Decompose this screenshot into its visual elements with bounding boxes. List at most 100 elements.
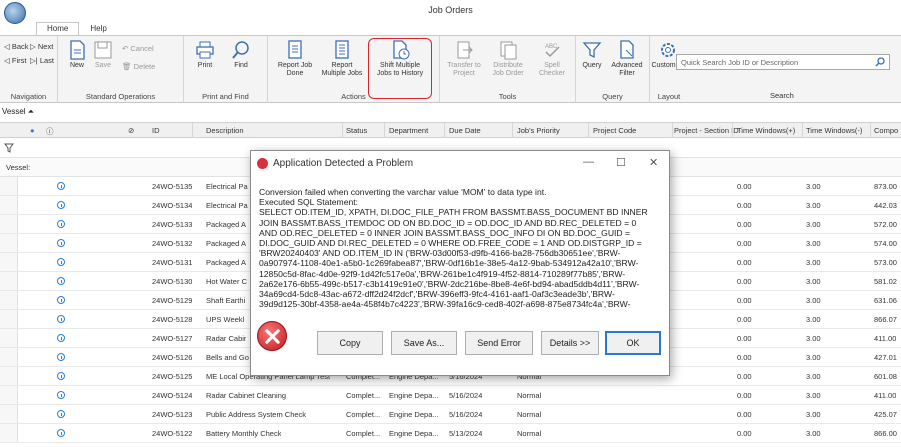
row-selector[interactable] [0, 253, 18, 271]
table-row[interactable]: 24WO-5122 Battery Monthly Check Complet...… [0, 424, 901, 443]
cell-due: 5/16/2024 [449, 410, 483, 419]
info-icon[interactable] [57, 410, 65, 418]
cell-desc: Electrical Pa [206, 182, 248, 191]
row-selector[interactable] [0, 215, 18, 233]
first-button[interactable]: ◁ First [4, 56, 26, 65]
save-as-button[interactable]: Save As... [391, 331, 457, 355]
maximize-button[interactable]: ☐ [616, 156, 626, 169]
info-icon[interactable] [57, 353, 65, 361]
info-icon[interactable] [57, 277, 65, 285]
report-job-done-button[interactable]: Report Job Done [272, 40, 318, 78]
query-button[interactable]: Query [578, 40, 606, 70]
error-message-line: AND OD.REC_DELETED = 0 INNER JOIN BASSMT… [259, 227, 631, 238]
cell-id: 24WO-5125 [152, 372, 193, 381]
save-button[interactable]: Save [90, 40, 116, 70]
cell-tw_minus: 3.00 [806, 353, 821, 362]
report-multiple-jobs-button[interactable]: Report Multiple Jobs [318, 40, 366, 78]
cell-tw_plus: 0.00 [737, 220, 752, 229]
info-icon[interactable] [57, 201, 65, 209]
save-icon [94, 41, 112, 59]
new-button[interactable]: New [64, 40, 90, 70]
distribute-job-order-button[interactable]: Distribute Job Order [486, 40, 530, 78]
advanced-filter-button[interactable]: Advanced Filter [606, 40, 648, 78]
find-button[interactable]: Find [226, 40, 256, 70]
row-selector[interactable] [0, 367, 18, 385]
search-label: Search [770, 91, 794, 100]
back-button[interactable]: ◁ Back [4, 42, 29, 51]
cell-id: 24WO-5122 [152, 429, 193, 438]
details-button[interactable]: Details >> [541, 331, 599, 355]
navigation-label: Navigation [10, 92, 47, 101]
cell-tw_minus: 3.00 [806, 410, 821, 419]
tab-home[interactable]: Home [36, 22, 80, 36]
cell-tw_minus: 3.00 [806, 429, 821, 438]
column-due-date[interactable]: Due Date [449, 126, 481, 135]
info-icon[interactable] [57, 315, 65, 323]
row-selector[interactable] [0, 272, 18, 290]
column-status[interactable]: Status [346, 126, 367, 135]
cell-id: 24WO-5135 [152, 182, 193, 191]
next-button[interactable]: ▷ Next [30, 42, 53, 51]
column-time-windows-plus[interactable]: Time Windows(+) [737, 126, 795, 135]
column-project-section[interactable]: Project - Section ID [674, 126, 739, 135]
column-id[interactable]: ID [152, 126, 160, 135]
cell-desc: Radar Cabinet Cleaning [206, 391, 287, 400]
info-icon[interactable] [57, 372, 65, 380]
quick-search-input[interactable]: Quick Search Job ID or Description [676, 54, 890, 70]
row-selector[interactable] [0, 196, 18, 214]
column-department[interactable]: Department [389, 126, 428, 135]
send-error-button[interactable]: Send Error [465, 331, 533, 355]
search-icon [875, 57, 885, 67]
info-icon[interactable] [57, 220, 65, 228]
info-icon[interactable] [57, 334, 65, 342]
column-project-code[interactable]: Project Code [593, 126, 636, 135]
vessel-tab[interactable]: Vessel ⏶ [0, 107, 34, 119]
cell-priority: Normal [517, 429, 542, 438]
row-selector[interactable] [0, 177, 18, 195]
row-selector[interactable] [0, 386, 18, 404]
minimize-button[interactable]: — [583, 156, 594, 168]
close-button[interactable]: ✕ [649, 156, 658, 169]
spell-checker-button[interactable]: ABC Spell Checker [532, 40, 572, 78]
delete-button[interactable]: 🗑 Delete [122, 62, 155, 71]
column-time-windows-minus[interactable]: Time Windows(-) [806, 126, 862, 135]
row-selector[interactable] [0, 405, 18, 423]
layout-label: Layout [657, 92, 681, 101]
cell-comp: 581.02 [874, 277, 897, 286]
table-row[interactable]: 24WO-5124 Radar Cabinet Cleaning Complet..… [0, 386, 901, 405]
cell-id: 24WO-5132 [152, 239, 193, 248]
transfer-to-project-button[interactable]: Transfer to Project [442, 40, 486, 78]
print-button[interactable]: Print [190, 40, 220, 70]
last-button[interactable]: ▷| Last [30, 56, 54, 65]
row-selector[interactable] [0, 291, 18, 309]
cell-id: 24WO-5133 [152, 220, 193, 229]
column-priority[interactable]: Job's Priority [517, 126, 560, 135]
row-selector[interactable] [0, 348, 18, 366]
cell-tw_plus: 0.00 [737, 258, 752, 267]
dialog-title-bar: Application Detected a Problem — ☐ ✕ [251, 151, 669, 175]
info-icon[interactable] [57, 391, 65, 399]
copy-button[interactable]: Copy [317, 331, 383, 355]
info-icon[interactable] [57, 239, 65, 247]
table-row[interactable]: 24WO-5123 Public Address System Check Comp… [0, 405, 901, 424]
tab-help[interactable]: Help [79, 22, 117, 36]
info-icon[interactable] [57, 258, 65, 266]
info-icon[interactable] [57, 182, 65, 190]
column-compo[interactable]: Compo [874, 126, 898, 135]
transfer-icon [457, 41, 473, 59]
row-selector[interactable] [0, 234, 18, 252]
cancel-button[interactable]: ↶ Cancel [122, 44, 154, 53]
cell-id: 24WO-5127 [152, 334, 193, 343]
cell-id: 24WO-5130 [152, 277, 193, 286]
row-selector[interactable] [0, 424, 18, 442]
info-icon[interactable] [57, 296, 65, 304]
info-icon[interactable] [57, 429, 65, 437]
row-selector[interactable] [0, 329, 18, 347]
column-description[interactable]: Description [206, 126, 244, 135]
cell-tw_minus: 3.00 [806, 334, 821, 343]
ok-button[interactable]: OK [605, 331, 661, 355]
standard-operations-group: New Save ↶ Cancel 🗑 Delete Standard Oper… [58, 36, 184, 103]
cell-tw_plus: 0.00 [737, 334, 752, 343]
row-selector[interactable] [0, 310, 18, 328]
funnel-icon [582, 42, 602, 59]
